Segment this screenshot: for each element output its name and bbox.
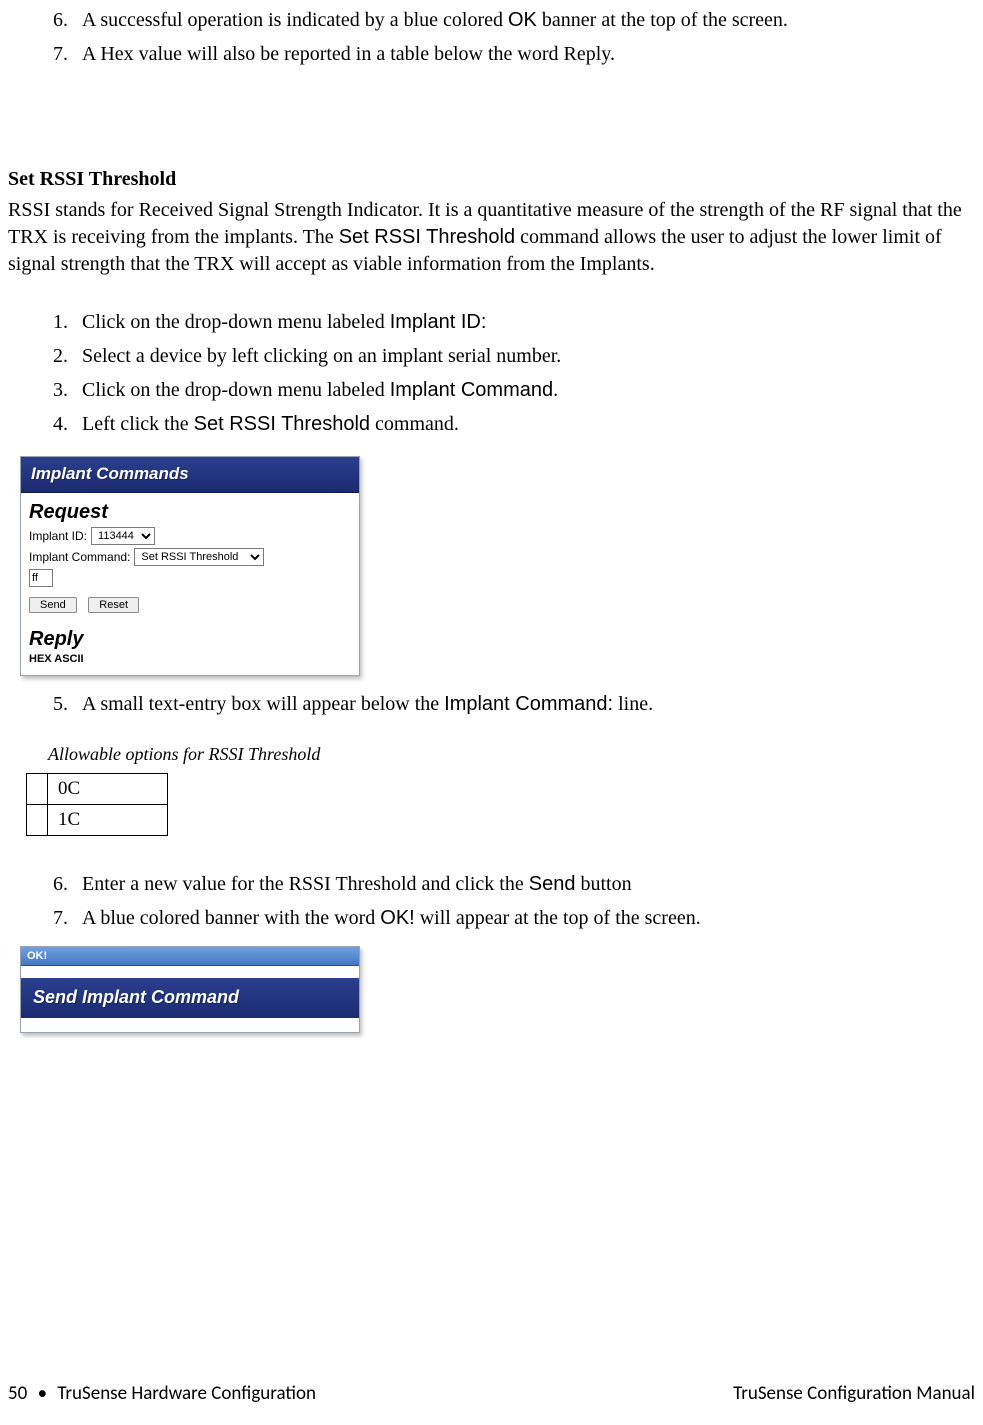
list-item: 7. A blue colored banner with the word OK… <box>40 904 975 932</box>
panel-title: Implant Commands <box>21 457 359 493</box>
list-number: 6. <box>40 6 68 34</box>
reply-table-header: HEX ASCII <box>29 653 351 665</box>
bullet-icon: • <box>38 1382 47 1405</box>
list-number: 4. <box>40 410 68 438</box>
screenshot-implant-commands: Implant Commands Request Implant ID: 113… <box>20 456 360 676</box>
table-cell: 0C <box>48 774 168 805</box>
implant-command-select[interactable]: Set RSSI Threshold <box>134 548 264 566</box>
list-item: 3. Click on the drop-down menu labeled Im… <box>40 376 975 404</box>
table-cell: 1C <box>48 805 168 836</box>
send-button[interactable]: Send <box>29 597 77 613</box>
list-text: A successful operation is indicated by a… <box>82 6 788 34</box>
list-text: A Hex value will also be reported in a t… <box>82 40 615 68</box>
list-number: 5. <box>40 690 68 718</box>
intro-paragraph: RSSI stands for Received Signal Strength… <box>8 197 975 278</box>
list-number: 2. <box>40 342 68 370</box>
screenshot-ok-banner: OK! Send Implant Command <box>20 946 360 1033</box>
panel-title-2: Send Implant Command <box>21 978 359 1018</box>
list-number: 3. <box>40 376 68 404</box>
list-text: Click on the drop-down menu labeled Impl… <box>82 376 558 404</box>
page-number: 50 <box>8 1382 27 1405</box>
list-number: 7. <box>40 904 68 932</box>
list-text: Click on the drop-down menu labeled Impl… <box>82 308 486 336</box>
list-item: 6. Enter a new value for the RSSI Thresho… <box>40 870 975 898</box>
implant-id-select[interactable]: 113444 <box>91 527 155 545</box>
list-text: A blue colored banner with the word OK! … <box>82 904 701 932</box>
list-number: 1. <box>40 308 68 336</box>
list-text: Enter a new value for the RSSI Threshold… <box>82 870 632 898</box>
reply-heading: Reply <box>29 628 351 651</box>
implant-id-label: Implant ID: <box>29 529 87 543</box>
list-item: 4. Left click the Set RSSI Threshold comm… <box>40 410 975 438</box>
list-item: 7. A Hex value will also be reported in a… <box>40 40 975 68</box>
section-heading: Set RSSI Threshold <box>8 168 975 191</box>
footer-right: TruSense Configuration Manual <box>733 1382 975 1405</box>
param-input[interactable] <box>29 569 53 587</box>
options-caption: Allowable options for RSSI Threshold <box>48 744 975 765</box>
list-text: A small text-entry box will appear below… <box>82 690 653 718</box>
implant-command-label: Implant Command: <box>29 550 130 564</box>
footer-left: TruSense Hardware Configuration <box>57 1382 316 1405</box>
list-text: Left click the Set RSSI Threshold comman… <box>82 410 459 438</box>
list-number: 6. <box>40 870 68 898</box>
table-cell <box>27 805 48 836</box>
list-number: 7. <box>40 40 68 68</box>
options-table: 0C1C <box>26 773 168 836</box>
reset-button[interactable]: Reset <box>88 597 139 613</box>
list-text: Select a device by left clicking on an i… <box>82 342 561 370</box>
request-heading: Request <box>29 501 351 524</box>
page-footer: 50 • TruSense Hardware Configuration Tru… <box>8 1382 975 1405</box>
list-item: 5. A small text-entry box will appear bel… <box>40 690 975 718</box>
list-item: 2. Select a device by left clicking on an… <box>40 342 975 370</box>
list-item: 1. Click on the drop-down menu labeled Im… <box>40 308 975 336</box>
list-item: 6. A successful operation is indicated by… <box>40 6 975 34</box>
table-cell <box>27 774 48 805</box>
ok-banner: OK! <box>21 947 359 966</box>
